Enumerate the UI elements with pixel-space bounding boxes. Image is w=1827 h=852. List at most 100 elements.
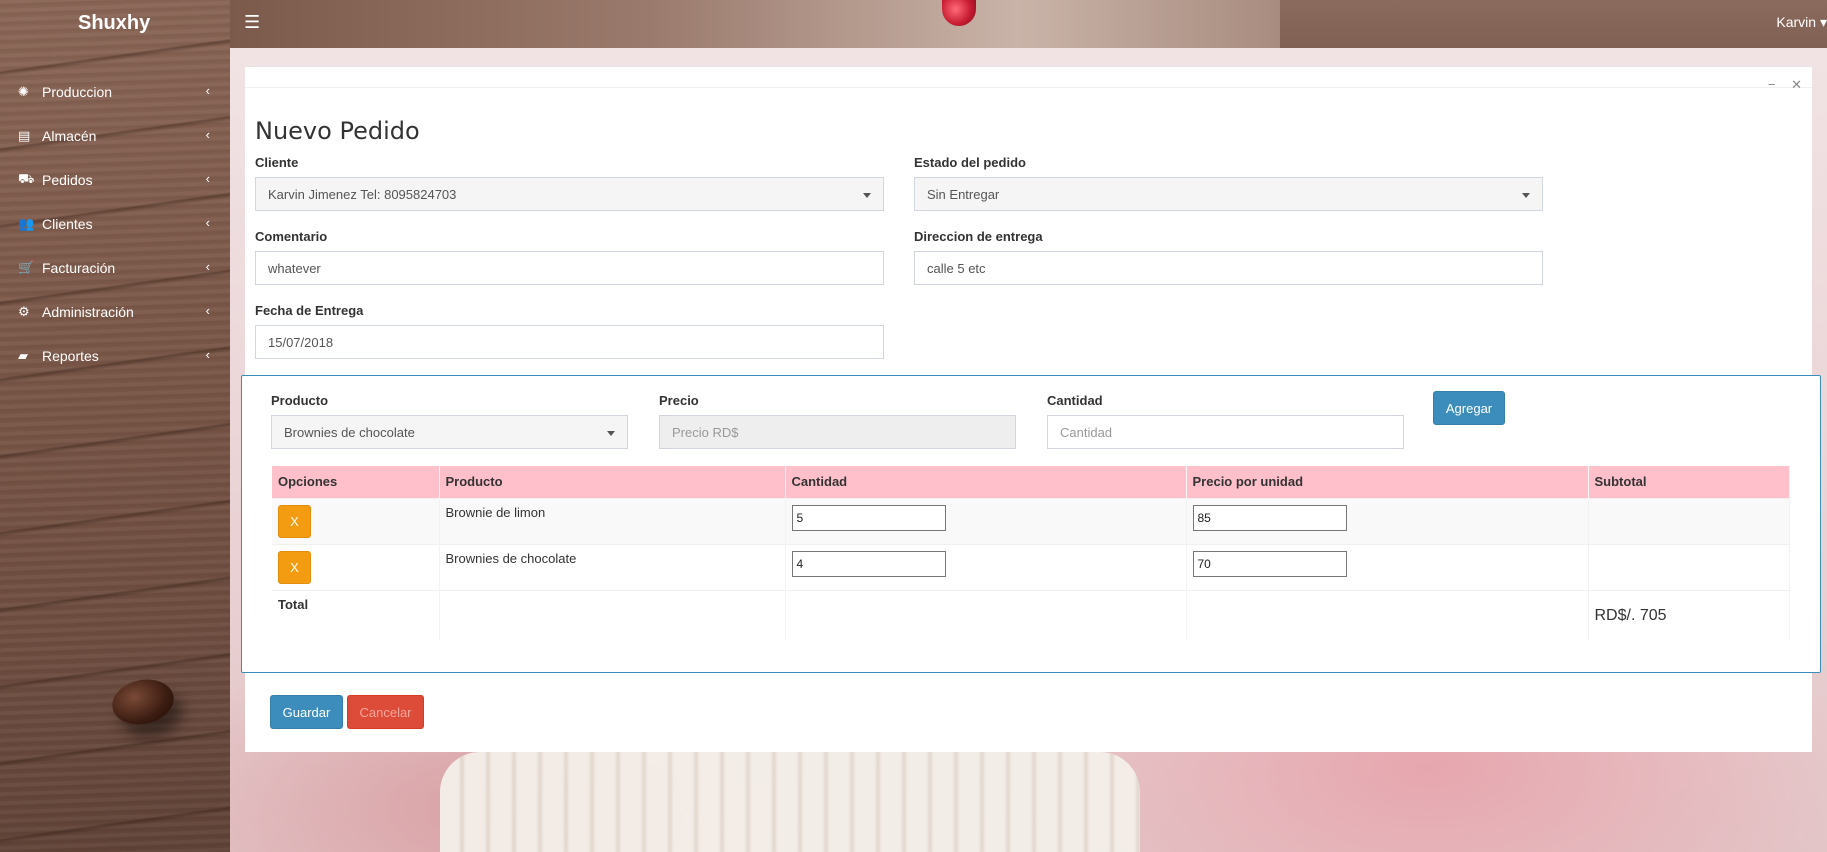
fecha-input[interactable]: 15/07/2018 bbox=[255, 325, 884, 359]
total-cell: RD$/. 705 bbox=[1588, 589, 1790, 640]
comentario-field: Comentario whatever bbox=[255, 229, 884, 285]
comentario-label: Comentario bbox=[255, 229, 328, 244]
box-tools: − ✕ bbox=[1756, 77, 1802, 93]
sidebar-item-clientes[interactable]: 👥 Clientes ‹ bbox=[0, 202, 230, 246]
sidebar-item-almacen[interactable]: ▤ Almacén ‹ bbox=[0, 114, 230, 158]
sidebar-item-reportes[interactable]: ▰ Reportes ‹ bbox=[0, 334, 230, 378]
header-background bbox=[230, 0, 1280, 48]
producto-field: Producto Brownies de chocolate bbox=[271, 393, 628, 449]
caret-down-icon bbox=[863, 193, 871, 198]
chevron-left-icon: ‹ bbox=[205, 347, 210, 362]
unit-price-cell: 70 bbox=[1186, 543, 1589, 590]
table-row: X Brownies de chocolate 4 70 bbox=[272, 543, 1790, 590]
decor-cupcake bbox=[440, 752, 1140, 852]
spinner-icon: ✺ bbox=[18, 84, 29, 99]
product-cell: Brownie de limon bbox=[439, 497, 786, 544]
archive-icon: ▤ bbox=[18, 128, 31, 143]
chevron-left-icon: ‹ bbox=[205, 215, 210, 230]
producto-select[interactable]: Brownies de chocolate bbox=[271, 415, 628, 449]
column-header: Opciones bbox=[272, 466, 440, 498]
empty-cell bbox=[439, 589, 786, 640]
brand-logo[interactable]: Shuxhy bbox=[78, 12, 150, 35]
sidebar-item-facturacion[interactable]: 🛒 Facturación ‹ bbox=[0, 246, 230, 290]
empty-cell bbox=[785, 589, 1187, 640]
cancel-button[interactable]: Cancelar bbox=[347, 695, 424, 729]
precio-placeholder: Precio RD$ bbox=[672, 424, 739, 440]
cliente-value: Karvin Jimenez Tel: 8095824703 bbox=[268, 186, 457, 202]
quantity-input[interactable]: 5 bbox=[791, 504, 946, 531]
cart-icon: 🛒 bbox=[18, 260, 35, 275]
sidebar-item-produccion[interactable]: ✺ Produccion ‹ bbox=[0, 70, 230, 114]
sidebar-item-label: Clientes bbox=[42, 216, 93, 232]
total-row: Total RD$/. 705 bbox=[272, 589, 1790, 640]
remove-item-button[interactable]: X bbox=[278, 550, 311, 584]
cliente-select[interactable]: Karvin Jimenez Tel: 8095824703 bbox=[255, 177, 884, 211]
page-title: Nuevo Pedido bbox=[255, 117, 420, 145]
column-header: Precio por unidad bbox=[1186, 466, 1589, 498]
producto-label: Producto bbox=[271, 393, 329, 408]
cantidad-field: Cantidad Cantidad bbox=[1047, 393, 1404, 449]
table-row: X Brownie de limon 5 85 bbox=[272, 497, 1790, 544]
column-header: Cantidad bbox=[785, 466, 1187, 498]
minimize-icon[interactable]: − bbox=[1768, 77, 1776, 92]
sidebar-item-pedidos[interactable]: ⛟ Pedidos ‹ bbox=[0, 158, 230, 202]
menu-toggle-icon[interactable]: ☰ bbox=[244, 13, 260, 31]
fecha-value: 15/07/2018 bbox=[268, 334, 334, 350]
precio-label: Precio bbox=[659, 393, 699, 408]
cantidad-label: Cantidad bbox=[1047, 393, 1103, 408]
estado-label: Estado del pedido bbox=[914, 155, 1026, 170]
column-header: Subtotal bbox=[1588, 466, 1790, 498]
chevron-left-icon: ‹ bbox=[205, 303, 210, 318]
sidebar-item-label: Pedidos bbox=[42, 172, 93, 188]
direccion-input[interactable]: calle 5 etc bbox=[914, 251, 1543, 285]
sidebar-item-label: Almacén bbox=[42, 128, 97, 144]
order-items-table: Opciones Producto Cantidad Precio por un… bbox=[272, 466, 1790, 640]
options-cell: X bbox=[272, 543, 440, 590]
options-cell: X bbox=[272, 497, 440, 544]
user-menu[interactable]: Karvin ▾ bbox=[1776, 14, 1827, 31]
empty-cell bbox=[1186, 589, 1589, 640]
comentario-value: whatever bbox=[268, 260, 321, 276]
quantity-cell: 4 bbox=[785, 543, 1187, 590]
estado-select[interactable]: Sin Entregar bbox=[914, 177, 1543, 211]
unit-price-input[interactable]: 85 bbox=[1192, 504, 1347, 531]
column-header: Producto bbox=[439, 466, 786, 498]
cantidad-placeholder: Cantidad bbox=[1060, 424, 1113, 440]
sidebar-item-label: Administración bbox=[42, 304, 134, 320]
chevron-left-icon: ‹ bbox=[205, 171, 210, 186]
total-label: Total bbox=[272, 589, 440, 640]
sidebar-item-label: Facturación bbox=[42, 260, 116, 276]
chevron-down-icon: ▾ bbox=[1816, 14, 1827, 30]
gear-icon: ⚙ bbox=[18, 304, 30, 319]
sidebar-item-administracion[interactable]: ⚙ Administración ‹ bbox=[0, 290, 230, 334]
save-button[interactable]: Guardar bbox=[270, 695, 343, 729]
quantity-input[interactable]: 4 bbox=[791, 550, 946, 577]
chevron-left-icon: ‹ bbox=[205, 83, 210, 98]
direccion-field: Direccion de entrega calle 5 etc bbox=[914, 229, 1543, 285]
producto-value: Brownies de chocolate bbox=[284, 424, 415, 440]
unit-price-input[interactable]: 70 bbox=[1192, 550, 1347, 577]
product-cell: Brownies de chocolate bbox=[439, 543, 786, 590]
folder-icon: ▰ bbox=[18, 348, 28, 363]
estado-field: Estado del pedido Sin Entregar bbox=[914, 155, 1543, 211]
fecha-label: Fecha de Entrega bbox=[255, 303, 364, 318]
sidebar: ✺ Produccion ‹ ▤ Almacén ‹ ⛟ Pedidos ‹ 👥… bbox=[0, 70, 230, 378]
caret-down-icon bbox=[607, 431, 615, 436]
direccion-label: Direccion de entrega bbox=[914, 229, 1043, 244]
fecha-field: Fecha de Entrega 15/07/2018 bbox=[255, 303, 884, 359]
close-icon[interactable]: ✕ bbox=[1791, 77, 1802, 92]
users-icon: 👥 bbox=[18, 216, 35, 231]
remove-item-button[interactable]: X bbox=[278, 504, 311, 538]
estado-value: Sin Entregar bbox=[927, 186, 1000, 202]
precio-input[interactable]: Precio RD$ bbox=[659, 415, 1016, 449]
add-product-button[interactable]: Agregar bbox=[1433, 391, 1505, 425]
cliente-field: Cliente Karvin Jimenez Tel: 8095824703 bbox=[255, 155, 884, 211]
header-background-right bbox=[1280, 0, 1827, 48]
user-name: Karvin bbox=[1776, 14, 1817, 30]
truck-icon: ⛟ bbox=[18, 171, 35, 186]
product-panel: Producto Brownies de chocolate Precio Pr… bbox=[241, 375, 1821, 673]
comentario-input[interactable]: whatever bbox=[255, 251, 884, 285]
cantidad-input[interactable]: Cantidad bbox=[1047, 415, 1404, 449]
chevron-left-icon: ‹ bbox=[205, 259, 210, 274]
subtotal-cell bbox=[1588, 543, 1790, 590]
